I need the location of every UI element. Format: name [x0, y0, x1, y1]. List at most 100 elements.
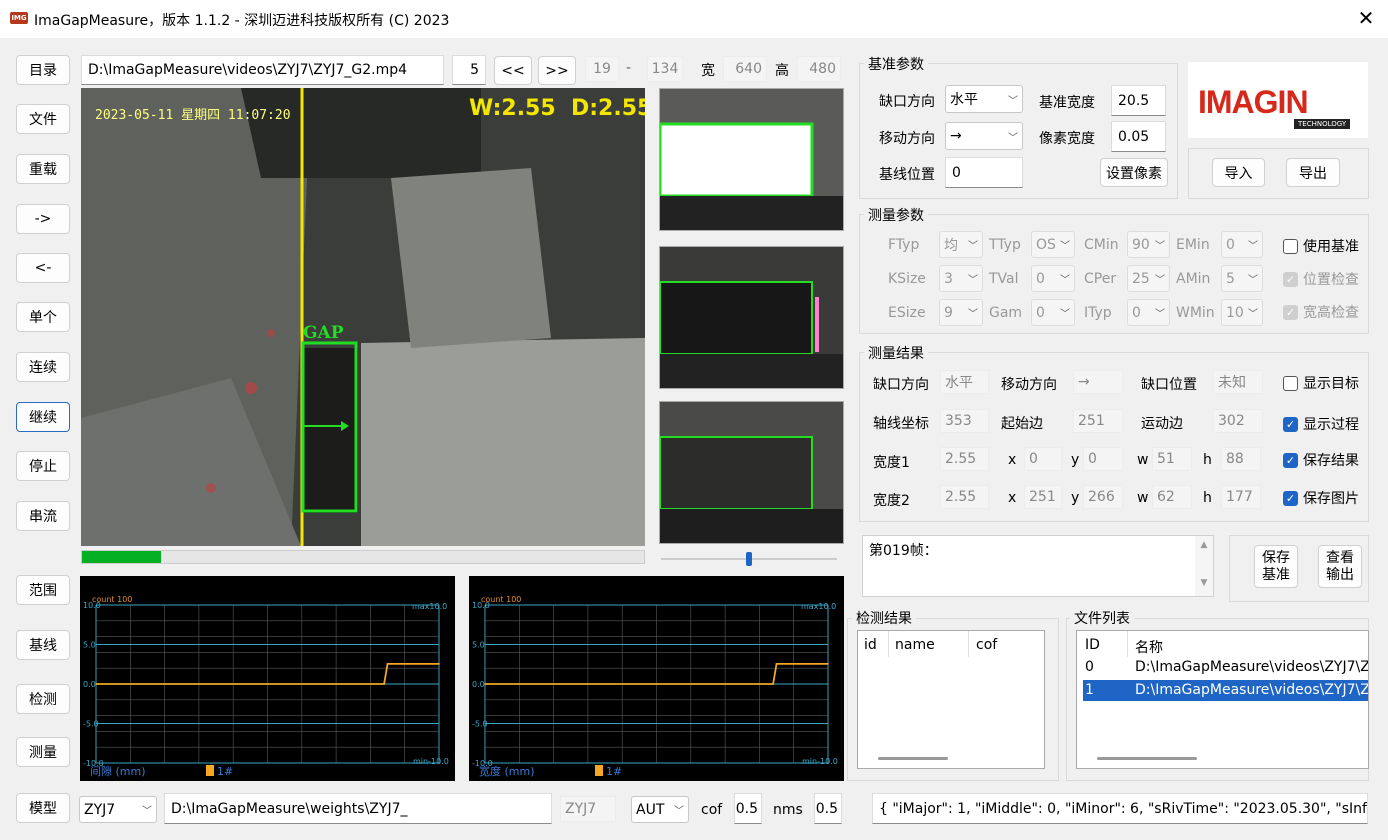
- window-title: ImaGapMeasure，版本 1.1.2 - 深圳迈进科技版权所有 (C) …: [34, 13, 450, 29]
- mode-select[interactable]: AUT ﹀: [631, 796, 689, 823]
- file-list[interactable]: ID 名称 0 D:\ImaGapMeasure\videos\ZYJ7\ZYJ…: [1076, 630, 1369, 769]
- chevron-down-icon: ﹀: [1248, 241, 1258, 252]
- pixel-width-label: 像素宽度: [1039, 131, 1095, 147]
- y-tick-label: 0.0: [472, 680, 485, 689]
- next-button[interactable]: >>: [538, 56, 576, 85]
- chart-count-label: count 100: [481, 595, 521, 604]
- nms-input[interactable]: 0.5: [814, 793, 842, 824]
- chevron-down-icon: ﹀: [1155, 309, 1165, 320]
- param-select-ftyp[interactable]: 均 ﹀: [939, 231, 983, 258]
- stop-button[interactable]: 停止: [16, 451, 70, 481]
- close-icon[interactable]: ✕: [1352, 4, 1380, 32]
- backward-button[interactable]: <-: [16, 253, 70, 283]
- reload-button[interactable]: 重载: [16, 154, 70, 184]
- frame-dash: -: [626, 60, 632, 76]
- measure-params-title: 测量参数: [864, 205, 928, 225]
- detect-button[interactable]: 检测: [16, 684, 70, 714]
- stream-button[interactable]: 串流: [16, 501, 70, 531]
- chevron-down-icon: ﹀: [968, 275, 978, 286]
- file-button[interactable]: 文件: [16, 104, 70, 134]
- import-button[interactable]: 导入: [1212, 158, 1265, 187]
- video-overlay-text: W:2.55 D:2.55: [469, 96, 645, 121]
- param-select-ksize[interactable]: 3 ﹀: [939, 265, 983, 292]
- w1-w-label: w: [1137, 452, 1149, 468]
- thumbnail-1[interactable]: [659, 88, 844, 231]
- param-select-ttyp[interactable]: OS ﹀: [1031, 231, 1075, 258]
- w1-y-value: 0: [1083, 447, 1123, 471]
- move-dir-select[interactable]: → ﹀: [945, 122, 1023, 150]
- prev-button[interactable]: <<: [494, 56, 532, 85]
- param-select-esize[interactable]: 9 ﹀: [939, 299, 983, 326]
- show-process-checkbox[interactable]: ✓ 显示过程: [1283, 414, 1359, 434]
- catalog-button[interactable]: 目录: [16, 55, 70, 85]
- param-select-wmin[interactable]: 10 ﹀: [1221, 299, 1263, 326]
- col-header-id[interactable]: id: [864, 637, 877, 653]
- param-select-amin[interactable]: 5 ﹀: [1221, 265, 1263, 292]
- data-point: [827, 663, 829, 665]
- x-axis-label: 间隙 (mm): [90, 764, 146, 778]
- width2-label: 宽度2: [873, 493, 910, 509]
- continuous-button[interactable]: 连续: [16, 352, 70, 382]
- param-label-amin: AMin: [1176, 271, 1211, 287]
- param-label-tval: TVal: [989, 271, 1019, 287]
- step-input[interactable]: 5: [452, 55, 486, 85]
- weights-path-input[interactable]: D:\ImaGapMeasure\weights\ZYJ7_: [164, 793, 552, 824]
- col-header-name[interactable]: 名称: [1135, 637, 1163, 657]
- model-button[interactable]: 模型: [16, 793, 70, 823]
- param-select-cper[interactable]: 25 ﹀: [1127, 265, 1170, 292]
- baseline-pos-input[interactable]: 0: [945, 157, 1023, 188]
- resume-button[interactable]: 继续: [16, 402, 70, 432]
- col-header-cof[interactable]: cof: [976, 637, 997, 653]
- range-button[interactable]: 范围: [16, 575, 70, 605]
- gap-chart: 10.0 5.0 0.0 -5.0 -10.0 count 100 max10.0 min-1…: [80, 576, 455, 781]
- param-select-cmin[interactable]: 90 ﹀: [1127, 231, 1170, 258]
- use-base-checkbox[interactable]: 使用基准: [1283, 236, 1359, 256]
- position-check-checkbox[interactable]: ✓ 位置检查: [1283, 269, 1359, 289]
- logo: IMAGIN TECHNOLOGY: [1188, 62, 1368, 138]
- table-row[interactable]: 0 D:\ImaGapMeasure\videos\ZYJ7\ZYJ7_G1.m…: [1077, 657, 1368, 679]
- w2-h-label: h: [1203, 490, 1212, 506]
- video-path-input[interactable]: D:\ImaGapMeasure\videos\ZYJ7\ZYJ7_G2.mp4: [81, 55, 444, 85]
- gap-dir-select[interactable]: 水平 ﹀: [945, 85, 1023, 113]
- pixel-width-input[interactable]: 0.05: [1111, 121, 1166, 152]
- col-header-name[interactable]: name: [895, 637, 935, 653]
- param-select-ityp[interactable]: 0 ﹀: [1127, 299, 1170, 326]
- show-target-checkbox[interactable]: 显示目标: [1283, 373, 1359, 393]
- col-header-id[interactable]: ID: [1085, 637, 1100, 653]
- param-select-emin[interactable]: 0 ﹀: [1221, 231, 1263, 258]
- save-image-checkbox[interactable]: ✓ 保存图片: [1283, 488, 1359, 508]
- save-base-button[interactable]: 保存 基准: [1254, 545, 1298, 588]
- h-scrollbar[interactable]: [878, 757, 948, 760]
- baseline-button[interactable]: 基线: [16, 630, 70, 660]
- thumbnail-2[interactable]: [659, 246, 844, 389]
- moving-edge-label: 运动边: [1141, 416, 1183, 432]
- slider-thumb[interactable]: [746, 552, 752, 566]
- base-width-input[interactable]: 20.5: [1111, 85, 1166, 116]
- forward-button[interactable]: ->: [16, 204, 70, 234]
- single-button[interactable]: 单个: [16, 302, 70, 332]
- chevron-down-icon: ﹀: [1060, 275, 1070, 286]
- res-gap-pos-label: 缺口位置: [1141, 377, 1197, 393]
- log-textarea[interactable]: 第019帧： ▲ ▼: [862, 535, 1214, 597]
- chevron-down-icon: ﹀: [1155, 275, 1165, 286]
- export-button[interactable]: 导出: [1286, 158, 1340, 187]
- version-info-input[interactable]: { "iMajor": 1, "iMiddle": 0, "iMinor": 6…: [872, 793, 1368, 824]
- model-select[interactable]: ZYJ7 ﹀: [79, 796, 157, 823]
- size-check-checkbox[interactable]: ✓ 宽高检查: [1283, 302, 1359, 322]
- detect-list[interactable]: id name cof: [857, 630, 1045, 769]
- set-pixel-button[interactable]: 设置像素: [1100, 158, 1168, 187]
- measure-button[interactable]: 测量: [16, 737, 70, 767]
- width1-value: 2.55: [940, 447, 989, 471]
- video-view[interactable]: 2023-05-11 星期四 11:07:20 W:2.55 D:2.55 GA…: [81, 88, 645, 546]
- param-select-gam[interactable]: 0 ﹀: [1031, 299, 1075, 326]
- param-select-tval[interactable]: 0 ﹀: [1031, 265, 1075, 292]
- cof-input[interactable]: 0.5: [734, 793, 762, 824]
- chevron-down-icon: ﹀: [1008, 132, 1018, 144]
- log-scrollbar[interactable]: ▲ ▼: [1195, 536, 1213, 596]
- table-row-selected[interactable]: 1 D:\ImaGapMeasure\videos\ZYJ7\ZYJ7_G2.m…: [1083, 680, 1368, 701]
- thumbnail-3[interactable]: [659, 401, 844, 544]
- view-output-button[interactable]: 查看 输出: [1318, 545, 1362, 588]
- w1-y-label: y: [1071, 452, 1080, 468]
- save-result-checkbox[interactable]: ✓ 保存结果: [1283, 450, 1359, 470]
- h-scrollbar[interactable]: [1097, 757, 1197, 760]
